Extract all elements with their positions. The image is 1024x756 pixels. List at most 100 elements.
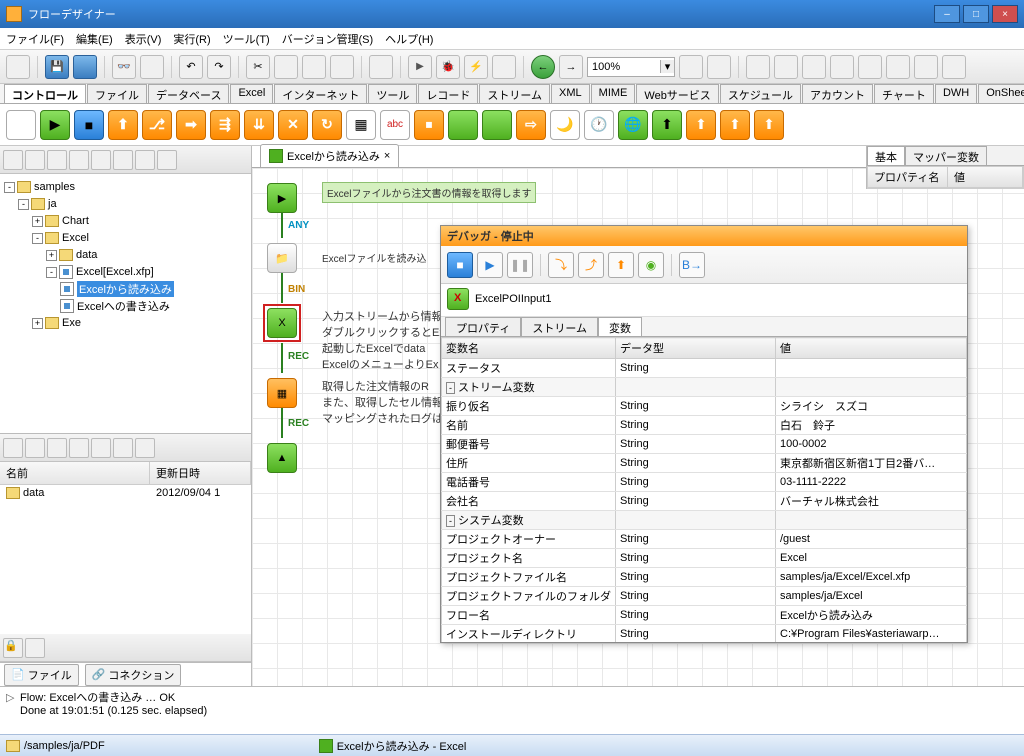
dbg-stop-button[interactable]: ■ [447,252,473,278]
close-tab-icon[interactable]: × [384,150,390,162]
min-button[interactable]: – [934,5,960,23]
start-icon[interactable]: ▶ [40,110,70,140]
db-icon[interactable] [448,110,478,140]
var-name[interactable]: プロジェクトファイル名 [442,568,616,587]
branch-icon[interactable]: ⎇ [142,110,172,140]
x-arrow-icon[interactable]: ✕ [278,110,308,140]
stop-round-icon[interactable]: ⏹ [414,110,444,140]
var-value[interactable]: samples/ja/Excel/Excel.xfp [776,568,967,587]
tab-file[interactable]: ファイル [87,84,147,103]
tb-g[interactable] [914,55,938,79]
table-icon[interactable]: ▦ [346,110,376,140]
tree-node-selected[interactable]: Excelから読み込み [4,281,247,297]
menu-file[interactable]: ファイル(F) [6,31,64,47]
tab-control[interactable]: コントロール [4,84,86,103]
tab-stream[interactable]: ストリーム [479,84,550,103]
dbg-continue-button[interactable]: ▶ [477,252,503,278]
file-node[interactable]: 📁 [267,243,297,273]
up4-icon[interactable]: ⬆ [754,110,784,140]
var-value[interactable]: シライシ スズコ [776,397,967,416]
back-button[interactable]: ← [531,55,555,79]
grid-button[interactable] [140,55,164,79]
var-value[interactable]: Excel [776,549,967,568]
palette-item[interactable] [6,110,36,140]
fwd-button[interactable]: → [559,55,583,79]
settings-button[interactable] [492,55,516,79]
fit-button[interactable] [679,55,703,79]
redo-button[interactable]: ↷ [207,55,231,79]
lock-icon[interactable]: 🔒 [3,638,23,658]
list-item[interactable]: data 2012/09/04 1 [0,485,251,501]
folder-icon[interactable] [3,150,23,170]
tab-account[interactable]: アカウント [802,84,873,103]
tree-node[interactable]: -Excel [4,230,247,246]
tree-node[interactable]: +Chart [4,213,247,229]
col-value[interactable]: 値 [776,338,967,359]
dbg-stepin-button[interactable]: ⤵ [548,252,574,278]
var-value[interactable]: バーチャル株式会社 [776,492,967,511]
fl-icon[interactable] [135,438,155,458]
cut-button[interactable]: ✂ [246,55,270,79]
fl-icon[interactable] [47,438,67,458]
tb-b[interactable] [774,55,798,79]
new-icon[interactable] [47,150,67,170]
saveall-button[interactable] [73,55,97,79]
tab-stream[interactable]: ストリーム [521,317,598,336]
fl-icon[interactable] [3,438,23,458]
del-icon[interactable] [91,150,111,170]
tab-basic[interactable]: 基本 [867,146,905,165]
fl-icon[interactable] [113,438,133,458]
more2-icon[interactable] [135,150,155,170]
fl-icon[interactable] [69,438,89,458]
var-name[interactable]: プロジェクトオーナー [442,530,616,549]
proc-icon[interactable]: ⇨ [516,110,546,140]
stop-icon[interactable]: ■ [74,110,104,140]
tab-webservice[interactable]: Webサービス [636,84,718,103]
var-value[interactable]: 白石 鈴子 [776,416,967,435]
paste-button[interactable] [302,55,326,79]
tab-variables[interactable]: 変数 [598,317,642,336]
var-value[interactable]: samples/ja/Excel [776,587,967,606]
save-button[interactable]: 💾 [45,55,69,79]
menu-view[interactable]: 表示(V) [125,31,162,47]
step-button[interactable] [369,55,393,79]
clock-icon[interactable]: 🕐 [584,110,614,140]
tab-dwh[interactable]: DWH [935,84,977,103]
db2-icon[interactable] [482,110,512,140]
up2-icon[interactable]: ⬆ [686,110,716,140]
tab-onsheet[interactable]: OnSheet [978,84,1024,103]
arrow-up-icon[interactable]: ⬆ [108,110,138,140]
upload-icon[interactable]: ⬆ [652,110,682,140]
tab-database[interactable]: データベース [148,84,229,103]
abc-icon[interactable]: abc [380,110,410,140]
tab-property[interactable]: プロパティ [445,317,521,336]
fl-icon[interactable] [25,438,45,458]
tb-a[interactable] [746,55,770,79]
tb-e[interactable] [858,55,882,79]
var-value[interactable]: /guest [776,530,967,549]
menu-version[interactable]: バージョン管理(S) [282,31,373,47]
var-name[interactable]: 住所 [442,454,616,473]
sec-icon[interactable] [25,638,45,658]
find-button[interactable]: 👓 [112,55,136,79]
menu-edit[interactable]: 編集(E) [76,31,113,47]
tree-node[interactable]: -Excel[Excel.xfp] [4,264,247,280]
tb-c[interactable] [802,55,826,79]
delete-button[interactable] [330,55,354,79]
tab-excel[interactable]: Excel [230,84,273,103]
close-button[interactable]: × [992,5,1018,23]
dbg-break-button[interactable]: B→ [679,252,705,278]
dbg-target-button[interactable]: ◉ [638,252,664,278]
tb-f[interactable] [886,55,910,79]
mapper-node[interactable]: ▦ [267,378,297,408]
undo-button[interactable]: ↶ [179,55,203,79]
refresh-icon[interactable] [25,150,45,170]
dbg-stepout-button[interactable]: ⬆ [608,252,634,278]
menu-run[interactable]: 実行(R) [173,31,210,47]
var-value[interactable]: C:¥Program Files¥asteriawarp… [776,625,967,643]
tab-file[interactable]: 📄ファイル [4,664,79,686]
dbg-pause-button[interactable]: ❚❚ [507,252,533,278]
tree-node[interactable]: +Exe [4,315,247,331]
var-name[interactable]: プロジェクト名 [442,549,616,568]
tab-internet[interactable]: インターネット [274,84,367,103]
